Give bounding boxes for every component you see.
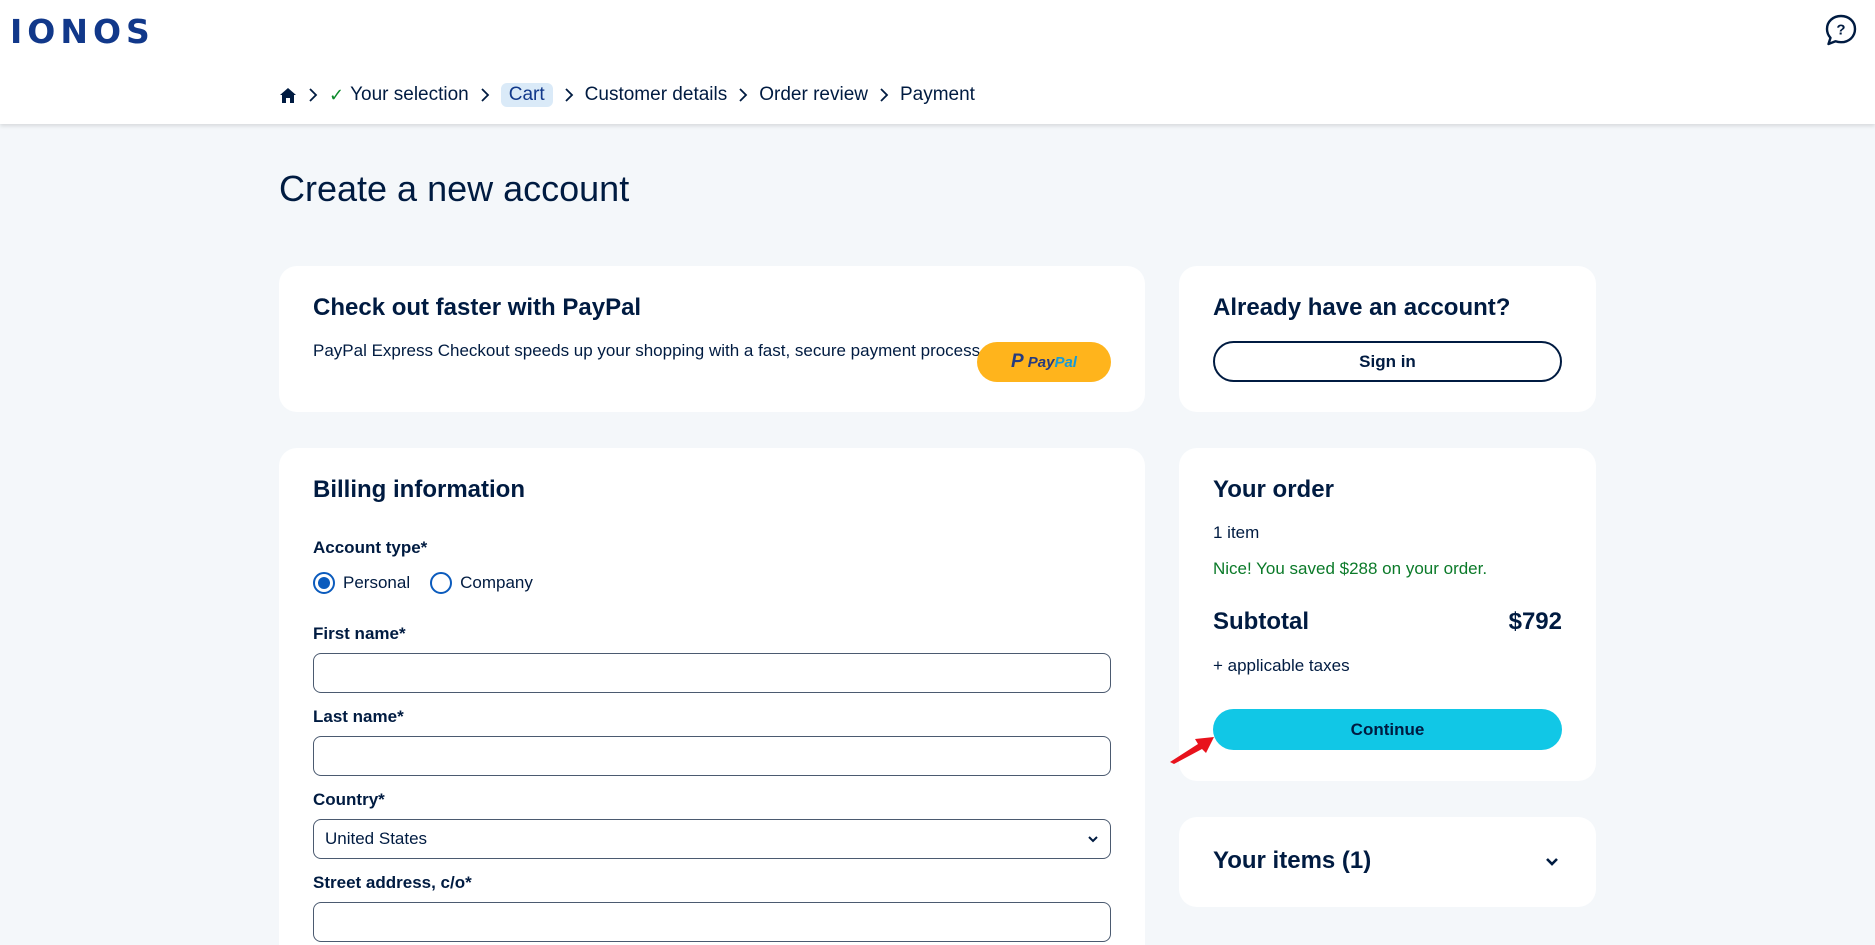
first-name-label: First name* bbox=[313, 624, 406, 643]
account-type-label: Account type* bbox=[313, 538, 428, 557]
chevron-right-icon bbox=[880, 88, 889, 102]
taxes-note: + applicable taxes bbox=[1213, 656, 1350, 675]
chevron-right-icon bbox=[309, 88, 318, 102]
breadcrumb-payment: Payment bbox=[899, 84, 975, 105]
chat-help-icon[interactable]: ? bbox=[1824, 13, 1858, 47]
paypal-checkout-button[interactable]: P Pay Pal bbox=[977, 342, 1111, 382]
paypal-heading: Check out faster with PayPal bbox=[313, 294, 642, 321]
breadcrumb-your-selection[interactable]: ✓ Your selection bbox=[329, 84, 469, 106]
street-address-label: Street address, c/o* bbox=[313, 873, 472, 892]
breadcrumb-order-review: Order review bbox=[759, 84, 868, 105]
top-header: IONOS ? ✓ Your selection Cart Customer d… bbox=[0, 0, 1875, 124]
country-label: Country* bbox=[313, 790, 385, 809]
account-heading: Already have an account? bbox=[1213, 294, 1511, 321]
company-radio[interactable] bbox=[430, 572, 453, 594]
country-select[interactable]: United States bbox=[313, 819, 1111, 859]
checkmark-icon: ✓ bbox=[329, 84, 345, 105]
paypal-description: PayPal Express Checkout speeds up your s… bbox=[313, 341, 985, 360]
street-address-field[interactable] bbox=[313, 902, 1111, 942]
order-heading: Your order bbox=[1213, 476, 1334, 503]
order-summary-card: Your order 1 item Nice! You saved $288 o… bbox=[1179, 448, 1596, 781]
chevron-right-icon bbox=[565, 88, 573, 102]
breadcrumb-label: Your selection bbox=[350, 84, 469, 105]
savings-message: Nice! You saved $288 on your order. bbox=[1213, 559, 1488, 578]
account-type-group: Personal Company bbox=[313, 572, 553, 594]
subtotal-label: Subtotal bbox=[1213, 608, 1309, 635]
paypal-label-pay: Pay bbox=[1027, 353, 1055, 371]
home-icon[interactable] bbox=[279, 87, 297, 104]
your-items-accordion[interactable]: Your items (1) bbox=[1179, 817, 1596, 907]
continue-button[interactable]: Continue bbox=[1213, 709, 1562, 750]
last-name-label: Last name* bbox=[313, 707, 404, 726]
paypal-card: Check out faster with PayPal PayPal Expr… bbox=[279, 266, 1145, 412]
ionos-logo[interactable]: IONOS bbox=[10, 12, 155, 51]
country-select-value: United States bbox=[325, 829, 428, 848]
chevron-down-icon[interactable] bbox=[1544, 854, 1560, 870]
first-name-field[interactable] bbox=[313, 653, 1111, 693]
existing-account-card: Already have an account? Sign in bbox=[1179, 266, 1596, 412]
paypal-icon: P bbox=[1011, 351, 1024, 372]
item-count: 1 item bbox=[1213, 523, 1260, 542]
company-radio-label[interactable]: Company bbox=[460, 573, 533, 593]
annotation-arrow-icon bbox=[1170, 737, 1214, 764]
chevron-down-icon bbox=[1088, 836, 1098, 843]
breadcrumb-customer-details: Customer details bbox=[584, 84, 728, 105]
breadcrumb-cart[interactable]: Cart bbox=[500, 83, 553, 107]
personal-radio[interactable] bbox=[313, 572, 335, 594]
last-name-field[interactable] bbox=[313, 736, 1111, 776]
sign-in-button[interactable]: Sign in bbox=[1213, 341, 1562, 382]
subtotal-value: $792 bbox=[1508, 608, 1562, 635]
breadcrumb: ✓ Your selection Cart Customer details O… bbox=[279, 82, 975, 108]
chevron-right-icon bbox=[481, 88, 490, 102]
personal-radio-label[interactable]: Personal bbox=[343, 573, 410, 593]
paypal-label-pal: Pal bbox=[1054, 353, 1077, 371]
page-title: Create a new account bbox=[279, 168, 630, 209]
svg-text:?: ? bbox=[1836, 22, 1845, 39]
billing-card: Billing information Account type* Person… bbox=[279, 448, 1145, 945]
billing-heading: Billing information bbox=[313, 476, 525, 503]
chevron-right-icon bbox=[739, 88, 748, 102]
items-heading: Your items (1) bbox=[1213, 847, 1372, 874]
